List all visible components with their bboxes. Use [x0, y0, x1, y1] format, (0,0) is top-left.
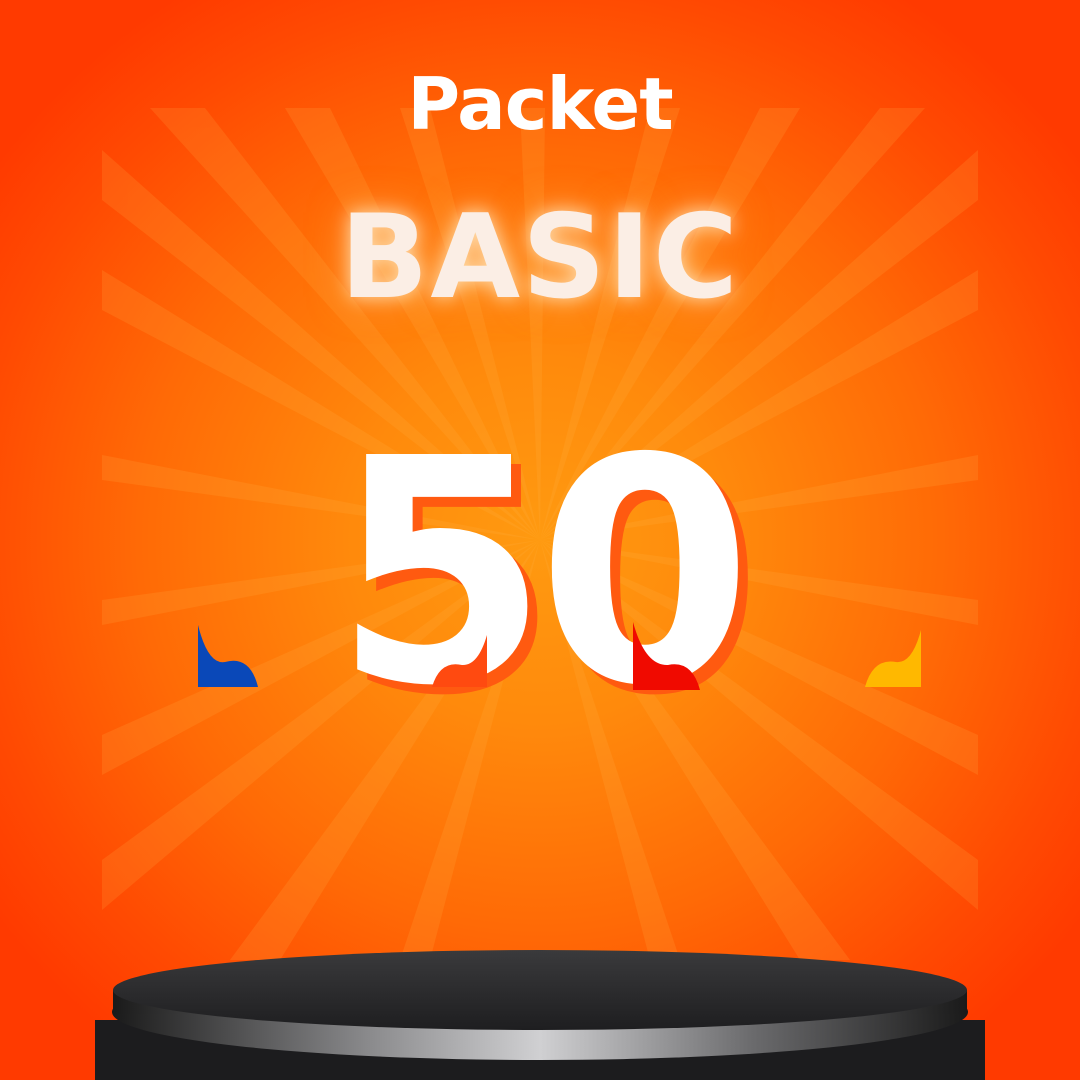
amount-graphic: 50 50 — [198, 393, 921, 740]
promo-card: Packet BASIC 50 50 — [0, 0, 1080, 1080]
packet-label: Packet — [407, 62, 673, 146]
plan-name: BASIC — [339, 190, 741, 325]
blue-swoosh-icon — [198, 625, 258, 687]
yellow-swoosh-icon — [865, 630, 921, 687]
podium-icon — [95, 950, 985, 1080]
